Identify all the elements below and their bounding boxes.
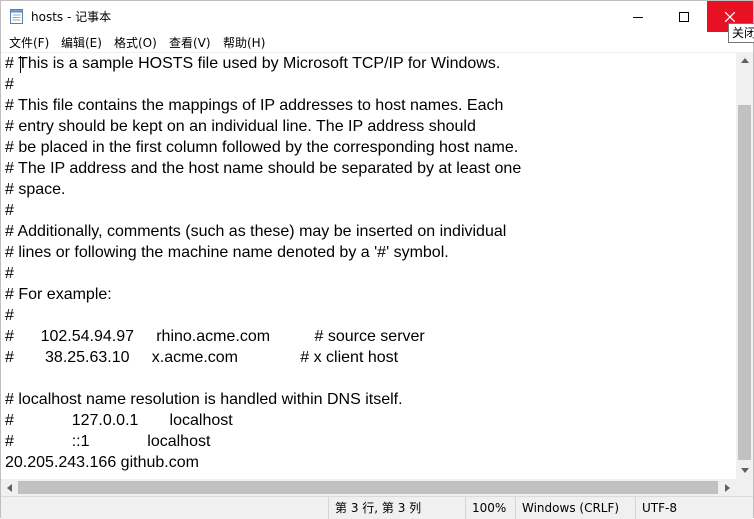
vertical-scroll-thumb[interactable] — [738, 105, 751, 460]
editor-line: 20.205.243.166 github.com — [5, 454, 199, 471]
menu-help[interactable]: 帮助(H) — [223, 34, 265, 51]
editor-line: # — [5, 76, 14, 93]
title-bar[interactable]: hosts - 记事本 — [1, 1, 753, 32]
scroll-left-arrow[interactable] — [1, 479, 18, 496]
menu-format[interactable]: 格式(O) — [114, 34, 157, 51]
horizontal-scroll-thumb[interactable] — [18, 481, 718, 494]
notepad-app-icon — [10, 9, 23, 24]
editor-line: # For example: — [5, 286, 112, 303]
editor-line: # 127.0.0.1 localhost — [5, 412, 233, 429]
editor-line: # This file contains the mappings of IP … — [5, 97, 504, 114]
text-editor[interactable]: # This is a sample HOSTS file used by Mi… — [1, 52, 736, 480]
editor-line: # — [5, 265, 14, 282]
editor-line: # — [5, 307, 14, 324]
minimize-icon — [633, 16, 643, 18]
minimize-button[interactable] — [615, 1, 661, 32]
horizontal-scrollbar[interactable] — [1, 479, 736, 496]
maximize-button[interactable] — [661, 1, 707, 32]
notepad-window: hosts - 记事本 关闭 文件(F) 编辑(E) 格式(O) 查看(V) 帮… — [0, 0, 754, 519]
chevron-right-icon — [725, 483, 730, 492]
maximize-icon — [679, 11, 689, 22]
scroll-down-arrow[interactable] — [736, 462, 753, 479]
editor-line: # 102.54.94.97 rhino.acme.com # source s… — [5, 328, 425, 345]
close-tooltip: 关闭 — [728, 23, 754, 43]
editor-line: # This is a sample HOSTS file used by Mi… — [5, 55, 501, 72]
chevron-up-icon — [740, 58, 749, 63]
scroll-up-arrow[interactable] — [736, 52, 753, 69]
editor-line: # 38.25.63.10 x.acme.com # x client host — [5, 349, 399, 366]
status-cursor-position: 第 3 行, 第 3 列 — [328, 497, 465, 519]
vertical-scrollbar[interactable] — [736, 52, 753, 479]
menu-edit[interactable]: 编辑(E) — [61, 34, 102, 51]
editor-line: # lines or following the machine name de… — [5, 244, 449, 261]
editor-line: # The IP address and the host name shoul… — [5, 160, 522, 177]
editor-line: # ::1 localhost — [5, 433, 211, 450]
editor-line: # be placed in the first column followed… — [5, 139, 519, 156]
menu-file[interactable]: 文件(F) — [9, 34, 49, 51]
chevron-left-icon — [7, 483, 12, 492]
chevron-down-icon — [740, 468, 749, 473]
status-line-ending: Windows (CRLF) — [515, 497, 635, 519]
menu-view[interactable]: 查看(V) — [169, 34, 211, 51]
window-title: hosts - 记事本 — [31, 10, 112, 24]
status-zoom: 100% — [465, 497, 515, 519]
editor-line: # space. — [5, 181, 66, 198]
editor-line: # Additionally, comments (such as these)… — [5, 223, 507, 240]
editor-line: # localhost name resolution is handled w… — [5, 391, 403, 408]
editor-line: # — [5, 202, 14, 219]
scroll-right-arrow[interactable] — [719, 479, 736, 496]
scrollbar-corner — [736, 479, 753, 496]
status-bar: 第 3 行, 第 3 列 100% Windows (CRLF) UTF-8 — [1, 496, 753, 519]
menu-bar: 文件(F) 编辑(E) 格式(O) 查看(V) 帮助(H) — [1, 32, 753, 52]
close-icon — [725, 11, 735, 22]
status-encoding: UTF-8 — [635, 497, 752, 519]
editor-line: # entry should be kept on an individual … — [5, 118, 476, 135]
